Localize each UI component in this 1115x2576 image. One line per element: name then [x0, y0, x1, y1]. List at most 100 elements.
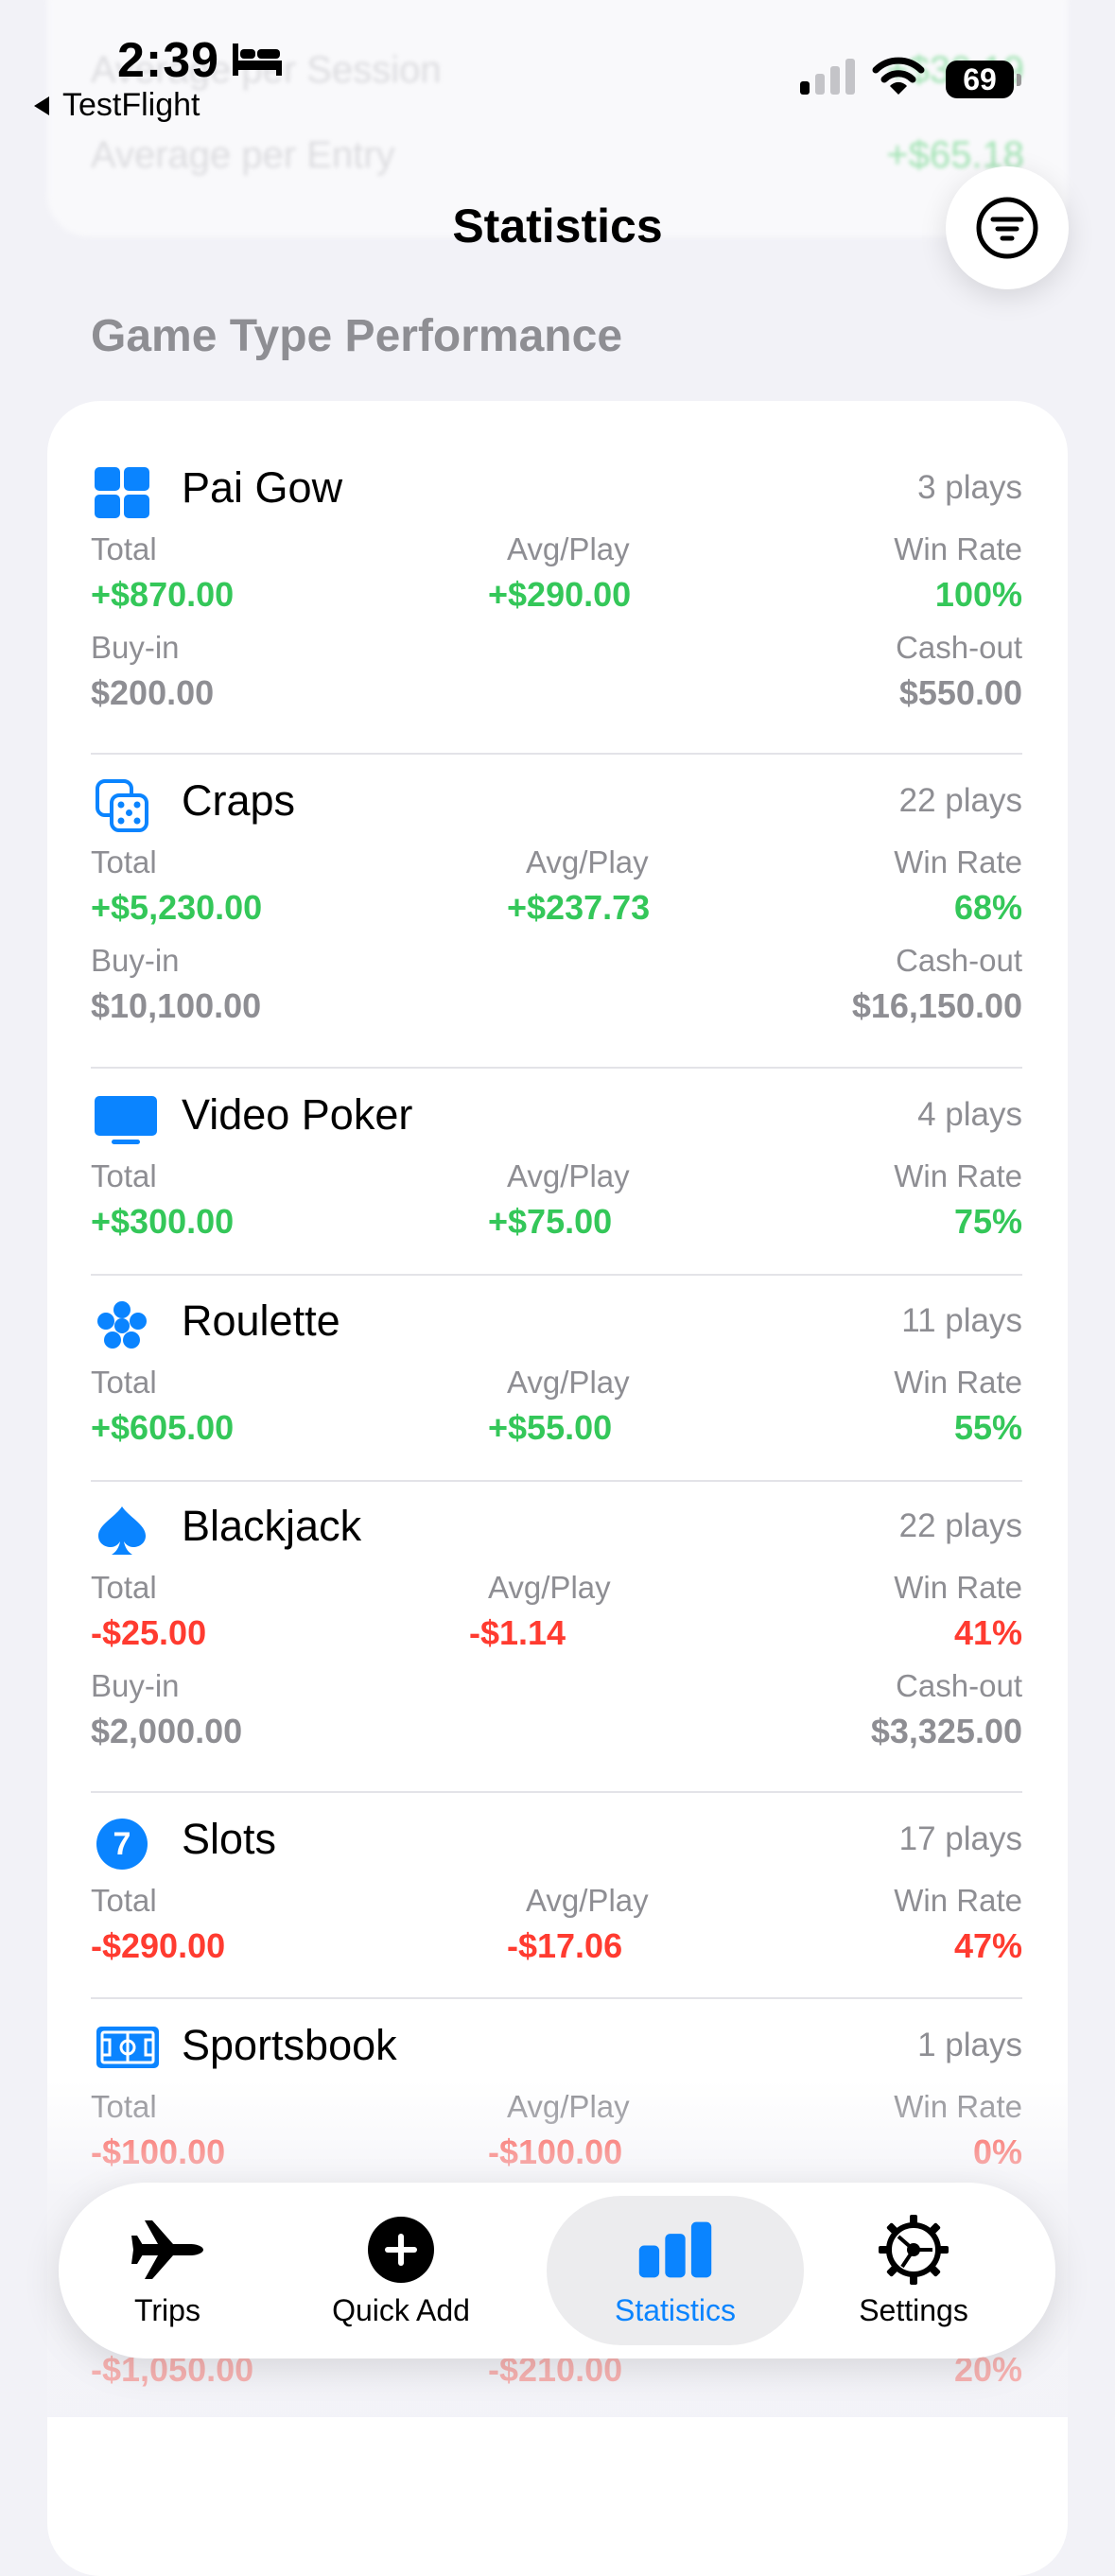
buy-in-value: $2,000.00 — [91, 1712, 243, 1750]
cash-out-value: $16,150.00 — [851, 986, 1022, 1025]
win-rate-label: Win Rate — [894, 1883, 1022, 1918]
avg-value: +$290.00 — [488, 575, 632, 614]
cash-out-value: $550.00 — [898, 673, 1022, 712]
plays-count: 1 plays — [917, 2027, 1022, 2063]
tab-statistics[interactable]: Statistics — [566, 2183, 784, 2358]
cellular-signal-icon — [800, 59, 855, 95]
game-name: Craps — [182, 776, 296, 825]
win-rate-label: Win Rate — [894, 1158, 1022, 1193]
hidden-row: -$1,050.00 -$210.00 20% — [91, 2350, 1022, 2389]
grid-icon — [95, 465, 149, 520]
plus-circle-icon — [363, 2214, 439, 2286]
tab-quick-add[interactable]: Quick Add — [292, 2183, 510, 2358]
game-row-slots[interactable]: 7 Slots 17 plays Total -$290.00 Avg/Play… — [91, 1809, 1022, 1981]
filter-button[interactable] — [946, 166, 1069, 289]
buy-in-label: Buy-in — [91, 943, 180, 978]
game-row-pai-gow[interactable]: Pai Gow 3 plays Total +$870.00 Avg/Play … — [91, 458, 1022, 736]
total-label: Total — [91, 1570, 157, 1605]
total-label: Total — [91, 531, 157, 566]
buy-in-label: Buy-in — [91, 1668, 180, 1703]
tab-trips[interactable]: Trips — [59, 2183, 276, 2358]
filter-icon — [976, 197, 1038, 259]
avg-value: +$75.00 — [488, 1202, 613, 1241]
game-name: Blackjack — [182, 1502, 362, 1550]
avg-value: -$1.14 — [469, 1613, 566, 1652]
avg-label: Avg/Play — [526, 1883, 649, 1918]
game-name: Video Poker — [182, 1090, 413, 1139]
status-bar: 2:39 TestFlight 69 — [0, 0, 1115, 132]
game-name: Pai Gow — [182, 463, 343, 512]
win-rate-value: 41% — [953, 1613, 1022, 1652]
game-name: Roulette — [182, 1297, 340, 1345]
section-title: Game Type Performance — [91, 311, 623, 361]
total-label: Total — [91, 844, 157, 879]
avg-value: +$237.73 — [507, 888, 651, 927]
row-divider — [91, 1480, 1022, 1482]
bar-chart-icon — [637, 2214, 713, 2286]
win-rate-value: 75% — [953, 1202, 1022, 1241]
cash-out-value: $3,325.00 — [870, 1712, 1022, 1750]
row-divider — [91, 1791, 1022, 1793]
tab-settings[interactable]: Settings — [805, 2183, 1022, 2358]
circles-icon — [95, 1298, 149, 1353]
game-name: Slots — [182, 1815, 277, 1863]
win-rate-label: Win Rate — [894, 844, 1022, 879]
win-rate-label: Win Rate — [894, 1365, 1022, 1400]
field-icon — [95, 2023, 159, 2078]
back-arrow-icon — [34, 96, 49, 115]
seven-icon: 7 — [95, 1817, 149, 1871]
back-to-testflight[interactable]: TestFlight — [34, 87, 200, 124]
game-row-video-poker[interactable]: Video Poker 4 plays Total +$300.00 Avg/P… — [91, 1085, 1022, 1257]
row-divider — [91, 1274, 1022, 1276]
win-rate-label: Win Rate — [894, 1570, 1022, 1605]
total-value: +$5,230.00 — [91, 888, 263, 927]
plays-count: 4 plays — [917, 1096, 1022, 1133]
game-row-blackjack[interactable]: Blackjack 22 plays Total -$25.00 Avg/Pla… — [91, 1496, 1022, 1774]
cash-out-label: Cash-out — [896, 943, 1022, 978]
tab-bar: Trips Quick Add Statistics Settings — [59, 2183, 1055, 2358]
avg-label: Avg/Play — [488, 1570, 611, 1605]
battery-indicator: 69 — [946, 61, 1021, 98]
win-rate-value: 100% — [934, 575, 1022, 614]
avg-label: Avg/Play — [507, 531, 630, 566]
total-label: Total — [91, 1365, 157, 1400]
total-value: +$605.00 — [91, 1408, 235, 1447]
status-time: 2:39 — [117, 33, 220, 88]
buy-in-label: Buy-in — [91, 630, 180, 665]
wifi-icon — [872, 57, 925, 95]
avg-label: Avg/Play — [526, 844, 649, 879]
total-value: +$870.00 — [91, 575, 235, 614]
plays-count: 22 plays — [898, 1507, 1022, 1544]
win-rate-value: 55% — [953, 1408, 1022, 1447]
cash-out-label: Cash-out — [896, 630, 1022, 665]
display-icon — [95, 1092, 157, 1147]
total-value: +$300.00 — [91, 1202, 235, 1241]
avg-label: Avg/Play — [507, 1158, 630, 1193]
plays-count: 11 plays — [901, 1302, 1022, 1339]
game-row-roulette[interactable]: Roulette 11 plays Total +$605.00 Avg/Pla… — [91, 1291, 1022, 1463]
row-divider — [91, 753, 1022, 755]
cash-out-label: Cash-out — [896, 1668, 1022, 1703]
plays-count: 22 plays — [898, 782, 1022, 819]
row-divider — [91, 1067, 1022, 1069]
plays-count: 3 plays — [917, 469, 1022, 506]
total-label: Total — [91, 1158, 157, 1193]
total-label: Total — [91, 1883, 157, 1918]
row-divider — [91, 1997, 1022, 1999]
win-rate-value: 47% — [953, 1926, 1022, 1965]
total-value: -$290.00 — [91, 1926, 226, 1965]
avg-value: -$17.06 — [507, 1926, 623, 1965]
buy-in-value: $10,100.00 — [91, 986, 262, 1025]
game-name: Sportsbook — [182, 2021, 397, 2069]
avg-value: +$55.00 — [488, 1408, 613, 1447]
gear-icon — [876, 2214, 951, 2286]
total-value: -$25.00 — [91, 1613, 207, 1652]
plays-count: 17 plays — [898, 1820, 1022, 1857]
dice-icon — [95, 778, 149, 833]
buy-in-value: $200.00 — [91, 673, 215, 712]
avg-label: Avg/Play — [507, 1365, 630, 1400]
game-row-craps[interactable]: Craps 22 plays Total +$5,230.00 Avg/Play… — [91, 771, 1022, 1049]
spade-icon — [95, 1504, 149, 1558]
bed-icon — [233, 44, 282, 76]
win-rate-value: 68% — [953, 888, 1022, 927]
